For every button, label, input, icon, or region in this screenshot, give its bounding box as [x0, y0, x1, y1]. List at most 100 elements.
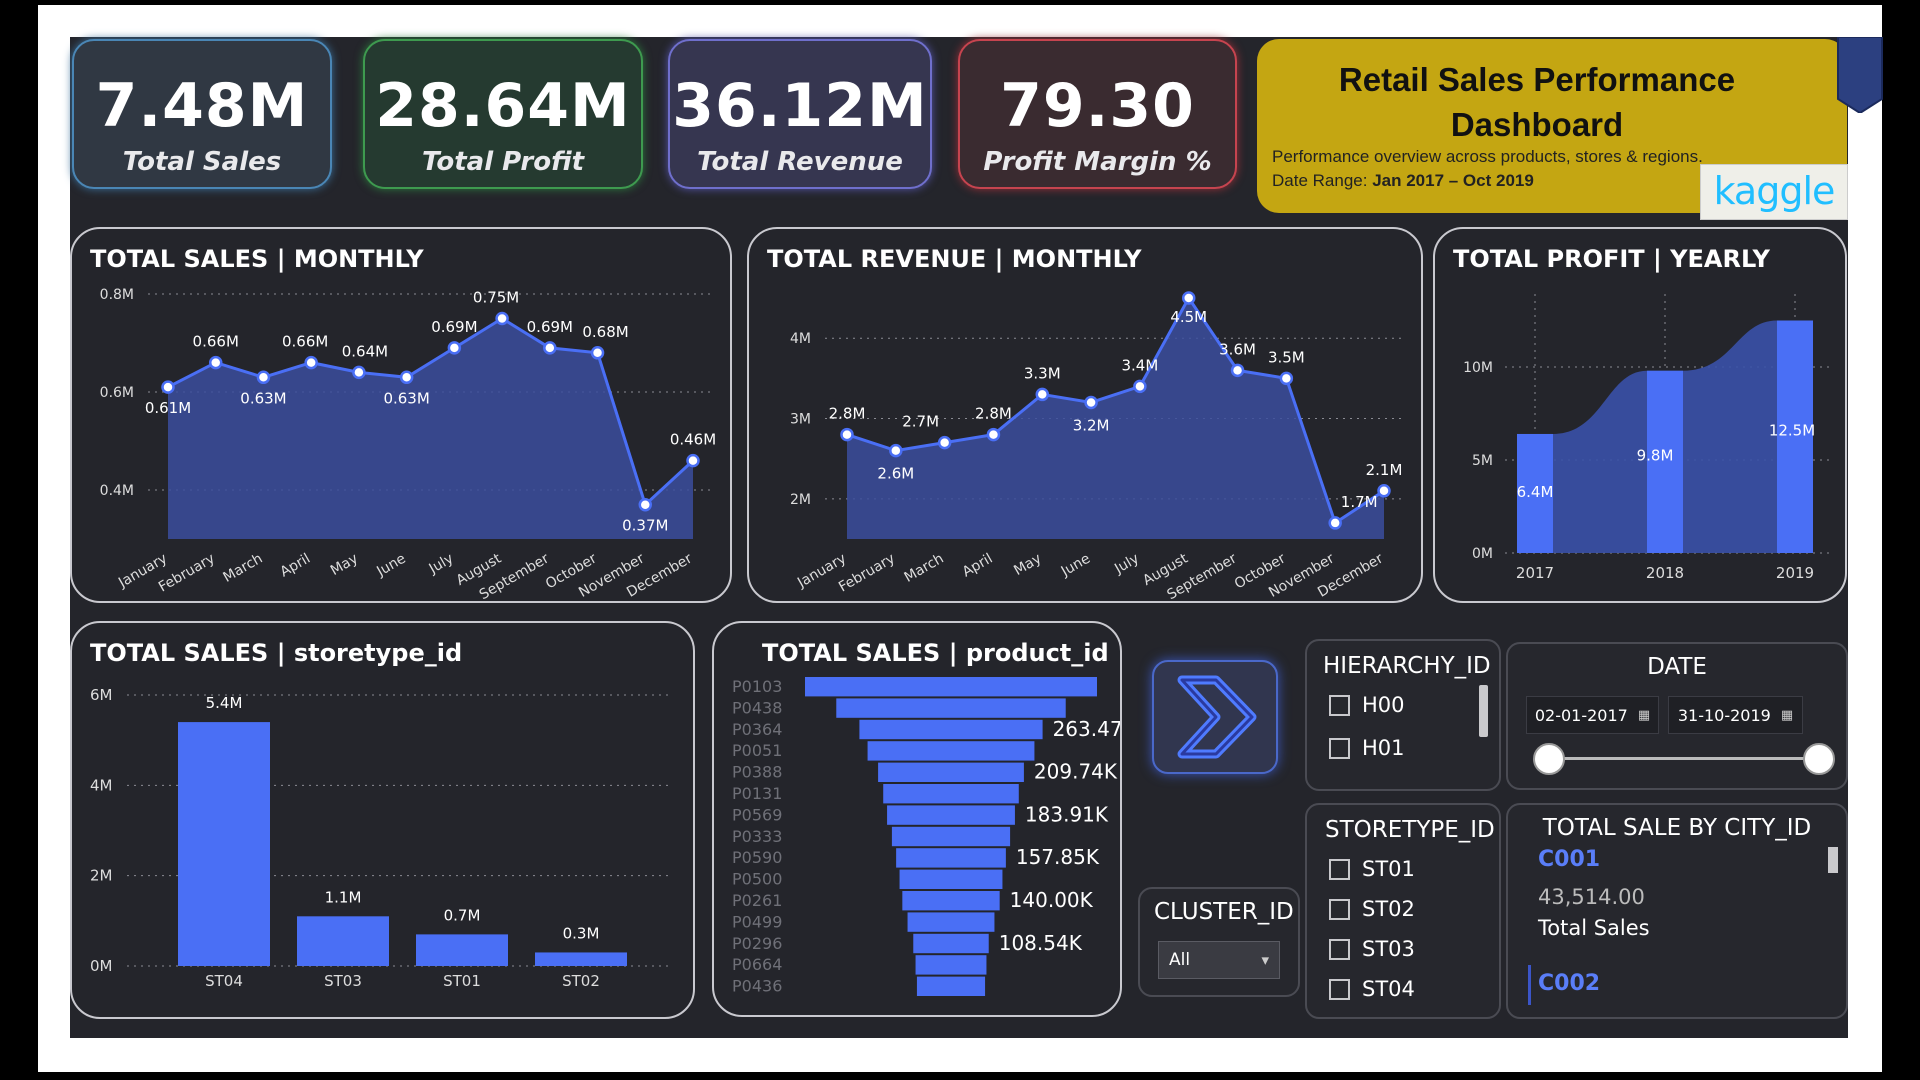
chevron-down-icon[interactable]: ▾: [1261, 951, 1269, 969]
x-tick-label: April: [960, 551, 996, 581]
data-point: [447, 341, 462, 355]
data-point: [1230, 363, 1245, 378]
data-label: 2.6M: [877, 465, 914, 483]
data-label: 3.4M: [1122, 356, 1159, 374]
kpi-value: 7.48M: [95, 71, 309, 141]
kpi-label: Profit Margin %: [983, 147, 1212, 177]
kpi-total-sales: 7.48M Total Sales: [72, 39, 332, 189]
x-tick-label: April: [277, 551, 313, 581]
range-start-handle[interactable]: [1533, 743, 1565, 775]
checkbox-icon[interactable]: [1329, 858, 1350, 880]
panel-total-profit-yearly: TOTAL PROFIT | YEARLY 0M 5M 10M 6.4M 9.8M 12.…: [1433, 227, 1847, 603]
funnel-bar: [902, 891, 1000, 911]
slicer-title: CLUSTER_ID: [1154, 899, 1294, 925]
y-tick-label: P0364: [732, 720, 782, 739]
funnel-bar: [899, 869, 1003, 889]
checkbox-st02[interactable]: ST02: [1329, 897, 1415, 921]
funnel-bar: [896, 848, 1006, 868]
data-label: 2.8M: [829, 405, 866, 423]
scrollbar[interactable]: [1828, 847, 1838, 873]
y-tick-label: P0296: [732, 934, 782, 953]
data-label: 0.68M: [582, 323, 628, 341]
y-tick-label: P0664: [732, 955, 782, 974]
checkbox-h00[interactable]: H00: [1329, 693, 1405, 717]
kpi-label: Total Profit: [421, 147, 585, 177]
y-tick-label: P0499: [732, 912, 782, 931]
kpi-label: Total Sales: [122, 147, 282, 177]
product-funnel-chart: P0103 P0438 P0364 263.47K P0051 P0388 209.74K P…: [732, 677, 1120, 996]
city-label[interactable]: C001: [1538, 847, 1600, 872]
funnel-bar: [859, 719, 1043, 740]
checkbox-icon[interactable]: [1329, 737, 1350, 759]
data-point: [399, 370, 414, 385]
profit-yearly-chart: 0M 5M 10M 6.4M 9.8M 12.5M 2017 2018 2019: [1463, 294, 1830, 582]
dashboard-title: Retail Sales Performance Dashboard: [1338, 61, 1736, 143]
end-date-input[interactable]: 31-10-2019 ▦: [1668, 696, 1803, 734]
next-page-button[interactable]: [1152, 660, 1278, 774]
x-tick-label: July: [1111, 551, 1142, 578]
kpi-total-profit: 28.64M Total Profit: [363, 39, 643, 189]
data-point: [986, 427, 1001, 442]
y-tick-label: P0333: [732, 827, 782, 846]
data-label: 3.2M: [1073, 416, 1110, 434]
data-label: 0.7M: [444, 906, 481, 924]
bar: [535, 952, 627, 966]
data-label: 0.66M: [282, 333, 328, 351]
kpi-value: 36.12M: [672, 71, 928, 141]
checkbox-st04[interactable]: ST04: [1329, 977, 1415, 1001]
data-label: 263.47K: [1053, 717, 1120, 741]
y-tick-label: 4M: [90, 776, 113, 794]
calendar-icon[interactable]: ▦: [1781, 708, 1793, 723]
y-tick-label: P0261: [732, 891, 782, 910]
y-tick-label: 10M: [1463, 360, 1493, 376]
funnel-bar: [887, 805, 1015, 825]
x-tick-label: ST02: [562, 972, 600, 990]
date-range-text: Date Range: Jan 2017 – Oct 2019: [1272, 171, 1534, 190]
y-tick-label: 3M: [790, 412, 811, 428]
checkbox-icon[interactable]: [1329, 978, 1350, 1000]
data-point: [495, 311, 509, 326]
sales-monthly-chart: 0.4M 0.6M 0.8M 0.61M 0.66M 0.63M 0.66M 0.64M 0.6…: [100, 287, 717, 601]
funnel-bar: [878, 762, 1024, 782]
panel-total-revenue-monthly: TOTAL REVENUE | MONTHLY 2M 3M 4M 2.8M 2.6M 2.…: [747, 227, 1423, 603]
y-tick-label: P0103: [732, 677, 782, 696]
checkbox-icon[interactable]: [1329, 938, 1350, 960]
cluster-slicer: CLUSTER_ID All ▾: [1138, 887, 1300, 997]
x-tick-label: ST01: [443, 972, 481, 990]
data-point: [1035, 387, 1050, 402]
kpi-value: 28.64M: [375, 71, 631, 141]
y-tick-label: 5M: [1472, 453, 1493, 469]
data-label: 0.69M: [527, 318, 573, 336]
y-tick-label: P0500: [732, 870, 782, 889]
funnel-bar: [913, 933, 989, 954]
x-tick-label: ST04: [205, 972, 243, 990]
y-tick-label: 0.6M: [100, 385, 134, 401]
data-point: [208, 355, 223, 370]
start-date-input[interactable]: 02-01-2017 ▦: [1526, 696, 1659, 734]
data-label: 3.6M: [1219, 340, 1256, 358]
range-end-handle[interactable]: [1803, 743, 1835, 775]
checkbox-st01[interactable]: ST01: [1329, 857, 1415, 881]
calendar-icon[interactable]: ▦: [1638, 708, 1650, 723]
y-tick-label: P0131: [732, 784, 782, 803]
x-tick-label: March: [902, 551, 947, 586]
city-label[interactable]: C002: [1538, 971, 1600, 996]
cluster-dropdown[interactable]: All ▾: [1158, 941, 1280, 979]
data-label: 1.7M: [1341, 493, 1378, 511]
dashboard-subtitle: Performance overview across products, st…: [1272, 147, 1703, 166]
checkbox-icon[interactable]: [1329, 898, 1350, 920]
checkbox-h01[interactable]: H01: [1329, 736, 1405, 760]
x-tick-label: ST03: [324, 972, 362, 990]
slicer-title: STORETYPE_ID: [1325, 817, 1495, 843]
funnel-bar: [883, 784, 1019, 804]
y-tick-label: P0569: [732, 805, 782, 824]
checkbox-icon[interactable]: [1329, 694, 1350, 716]
slicer-title: TOTAL SALE BY CITY_ID: [1542, 815, 1812, 841]
y-tick-label: 0.4M: [100, 483, 134, 499]
x-tick-label: 2019: [1776, 564, 1814, 582]
checkbox-st03[interactable]: ST03: [1329, 937, 1415, 961]
scrollbar[interactable]: [1479, 685, 1488, 737]
data-label: 9.8M: [1637, 447, 1674, 465]
data-point: [686, 453, 700, 468]
data-point: [256, 370, 271, 385]
